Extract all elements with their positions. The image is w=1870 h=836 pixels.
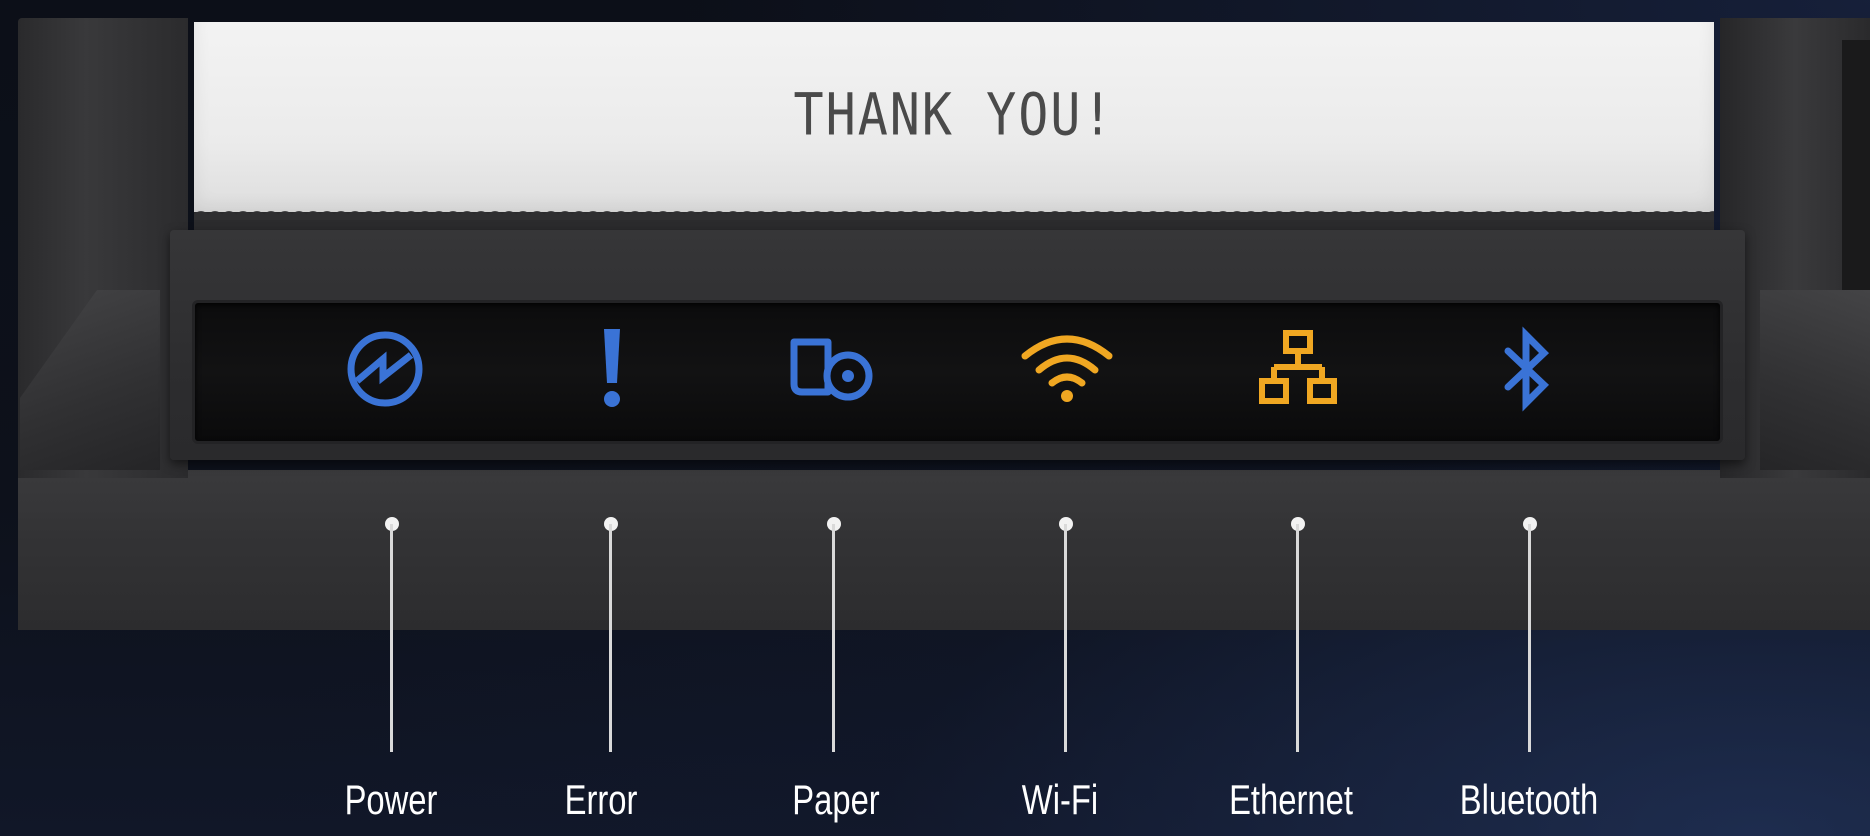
callout-line-paper	[832, 524, 835, 752]
bluetooth-icon	[1504, 326, 1550, 412]
exclamation-icon	[604, 329, 620, 407]
callout-line-bluetooth	[1528, 524, 1531, 752]
callout-line-error	[609, 524, 612, 752]
label-bluetooth: Bluetooth	[1459, 776, 1599, 823]
label-wifi: Wi-Fi	[1021, 776, 1099, 823]
paper-roll-icon	[790, 338, 873, 401]
label-error: Error	[564, 776, 638, 823]
label-paper: Paper	[792, 776, 880, 823]
label-ethernet: Ethernet	[1229, 776, 1353, 823]
indicator-power	[340, 324, 430, 414]
wifi-icon	[1021, 335, 1113, 402]
printer-right-bevel	[1760, 290, 1870, 470]
indicator-paper	[788, 324, 878, 414]
indicator-ethernet	[1253, 324, 1343, 414]
label-power: Power	[344, 776, 438, 823]
callout-line-power	[390, 524, 393, 752]
receipt-message: THANK YOU!	[793, 81, 1115, 149]
printer-base	[18, 470, 1870, 630]
power-icon	[347, 331, 423, 407]
indicator-wifi	[1021, 324, 1113, 414]
receipt-paper: THANK YOU!	[194, 22, 1714, 222]
printer-scene: THANK YOU! Power Error Paper Wi-Fi Ether…	[0, 0, 1870, 836]
tear-serration	[194, 206, 1714, 220]
callout-line-ethernet	[1296, 524, 1299, 752]
indicator-error	[567, 324, 657, 414]
callout-line-wifi	[1064, 524, 1067, 752]
network-icon	[1259, 330, 1337, 404]
indicator-bluetooth	[1482, 324, 1572, 414]
printer-right-slot	[1842, 40, 1870, 290]
